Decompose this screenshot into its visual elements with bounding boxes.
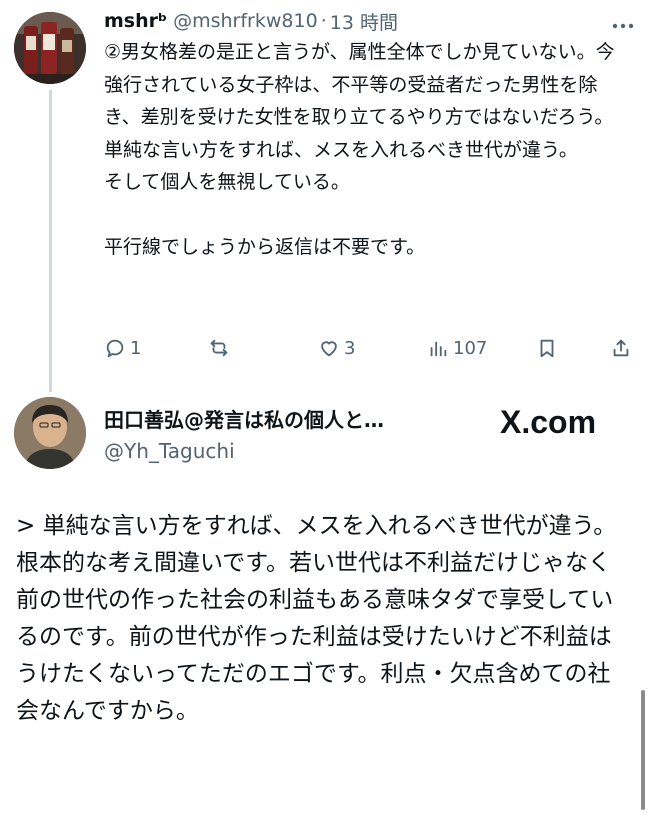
timestamp[interactable]: 13 時間 [330, 8, 398, 35]
bookmark-icon [540, 339, 554, 358]
user-handle[interactable]: @mshrfrkw810 [173, 10, 318, 32]
tweet-actions: 1 3 107 [104, 332, 634, 364]
quoted-display-name[interactable]: 田口善弘@発言は私の個人と… [104, 404, 384, 433]
reply-button[interactable]: 1 [104, 332, 141, 364]
retweet-icon [210, 339, 228, 357]
quoted-tweet-body: > 単純な言い方をすれば、メスを入れるべき世代が違う。 根本的な考え間違いです。… [16, 513, 617, 724]
retweet-button[interactable] [208, 332, 234, 364]
thread-connector-line [49, 90, 52, 392]
x-brand-logo: X.com [500, 404, 597, 440]
avatar-photo-bottles [14, 12, 86, 84]
more-icon[interactable] [612, 10, 634, 35]
quoted-user-handle[interactable]: @Yh_Taguchi [104, 439, 384, 463]
avatar-photo-person [14, 397, 86, 469]
bookmark-button[interactable] [536, 332, 558, 364]
quoted-avatar[interactable] [14, 397, 86, 469]
quoted-header: 田口善弘@発言は私の個人と… @Yh_Taguchi [104, 404, 384, 463]
share-icon [613, 339, 629, 357]
scrollbar[interactable] [641, 690, 645, 810]
share-button[interactable] [610, 332, 632, 364]
reply-count: 1 [130, 337, 142, 359]
separator-dot: · [320, 10, 327, 32]
analytics-icon [430, 341, 447, 357]
avatar[interactable] [14, 12, 86, 84]
tweet-header: mshrᵇ @mshrfrkw810 · 13 時間 [104, 6, 398, 36]
reply-icon [106, 339, 124, 358]
tweet-body: ②男女格差の是正と言うが、属性全体でしか見ていない。今強行されている女子枠は、不… [104, 41, 615, 258]
heart-icon [321, 341, 337, 357]
views-button[interactable]: 107 [427, 332, 487, 364]
like-count: 3 [344, 337, 356, 359]
display-name[interactable]: mshrᵇ [104, 10, 167, 32]
view-count: 107 [453, 337, 488, 359]
like-button[interactable]: 3 [318, 332, 355, 364]
